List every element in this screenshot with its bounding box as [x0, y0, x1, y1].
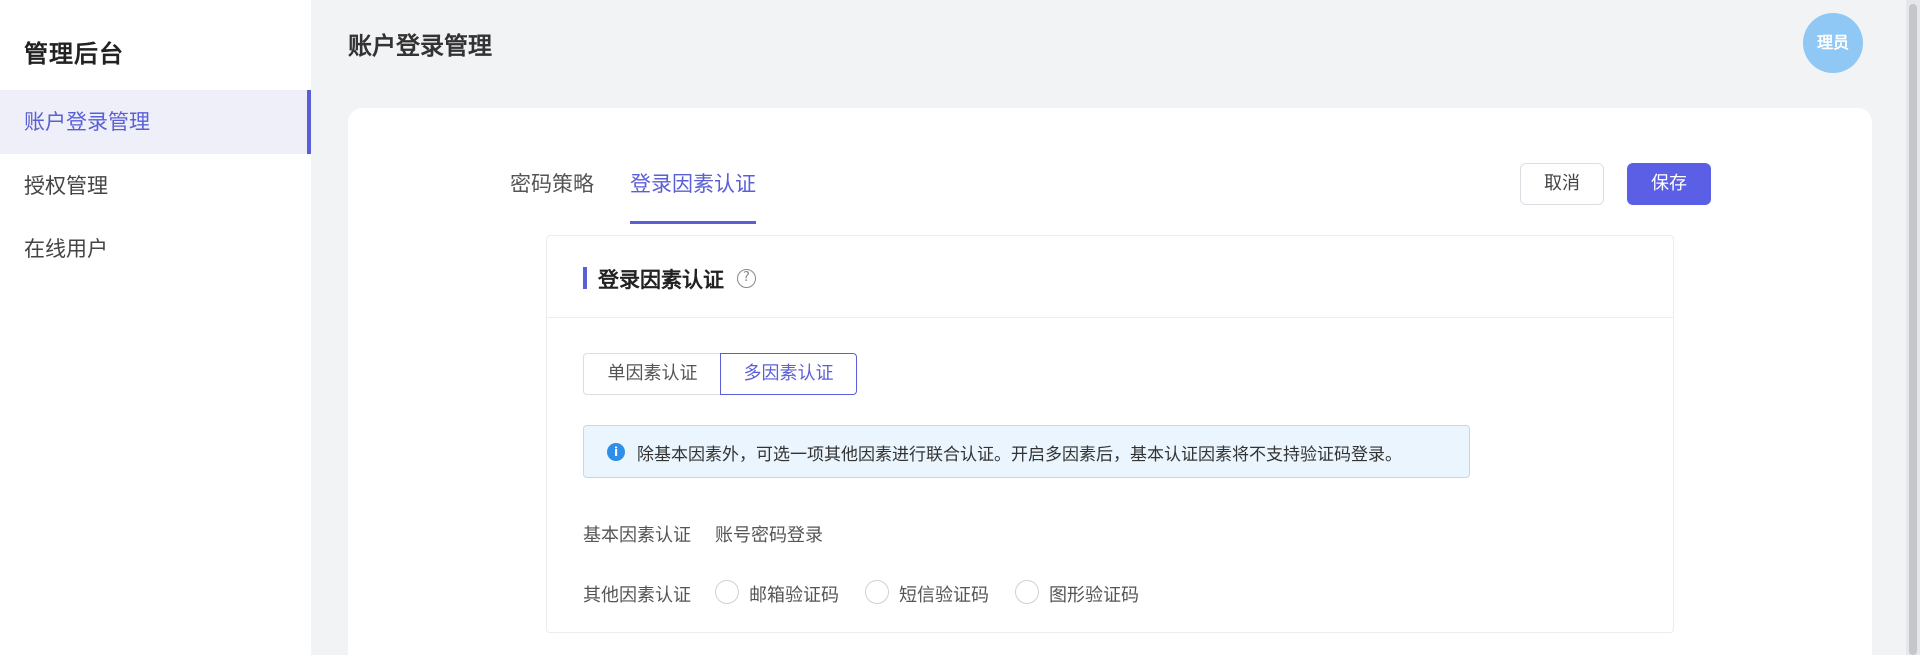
tab-password-policy[interactable]: 密码策略 [510, 168, 594, 224]
radio-sms-code-label[interactable]: 短信验证码 [899, 581, 989, 607]
main-card: 密码策略 登录因素认证 取消 保存 登录因素认证 ? 单因素认证 多因素认证 i… [348, 108, 1872, 655]
panel-header: 登录因素认证 ? [547, 236, 1673, 318]
info-icon: i [607, 443, 625, 461]
avatar[interactable]: 理员 [1803, 13, 1863, 73]
radio-sms-code[interactable] [865, 580, 889, 604]
login-factor-panel: 登录因素认证 ? 单因素认证 多因素认证 i 除基本因素外，可选一项其他因素进行… [546, 235, 1674, 633]
basic-factor-label: 基本因素认证 [583, 525, 691, 546]
question-circle-icon[interactable]: ? [737, 269, 756, 288]
info-notice: i 除基本因素外，可选一项其他因素进行联合认证。开启多因素后，基本认证因素将不支… [583, 425, 1470, 478]
cancel-button[interactable]: 取消 [1520, 163, 1604, 205]
sidebar: 管理后台 账户登录管理 授权管理 在线用户 [0, 0, 311, 655]
page-title: 账户登录管理 [348, 32, 492, 60]
radio-captcha-code[interactable] [1015, 580, 1039, 604]
title-accent-bar [583, 267, 587, 289]
brand-title: 管理后台 [24, 40, 124, 68]
save-button[interactable]: 保存 [1627, 163, 1711, 205]
segment-multi-factor[interactable]: 多因素认证 [720, 353, 857, 395]
tab-login-factor-auth[interactable]: 登录因素认证 [630, 168, 756, 224]
sidebar-item-account-login[interactable]: 账户登录管理 [0, 90, 311, 154]
basic-factor-value: 账号密码登录 [715, 525, 823, 546]
sidebar-item-authorization[interactable]: 授权管理 [0, 154, 311, 218]
segment-single-factor[interactable]: 单因素认证 [583, 353, 721, 395]
panel-title: 登录因素认证 [598, 268, 724, 292]
other-factor-label: 其他因素认证 [583, 585, 691, 606]
radio-email-code-label[interactable]: 邮箱验证码 [749, 581, 839, 607]
scrollbar-thumb[interactable] [1909, 4, 1917, 655]
radio-email-code[interactable] [715, 580, 739, 604]
radio-captcha-code-label[interactable]: 图形验证码 [1049, 581, 1139, 607]
notice-text: 除基本因素外，可选一项其他因素进行联合认证。开启多因素后，基本认证因素将不支持验… [637, 445, 1402, 465]
sidebar-item-online-users[interactable]: 在线用户 [0, 217, 311, 281]
